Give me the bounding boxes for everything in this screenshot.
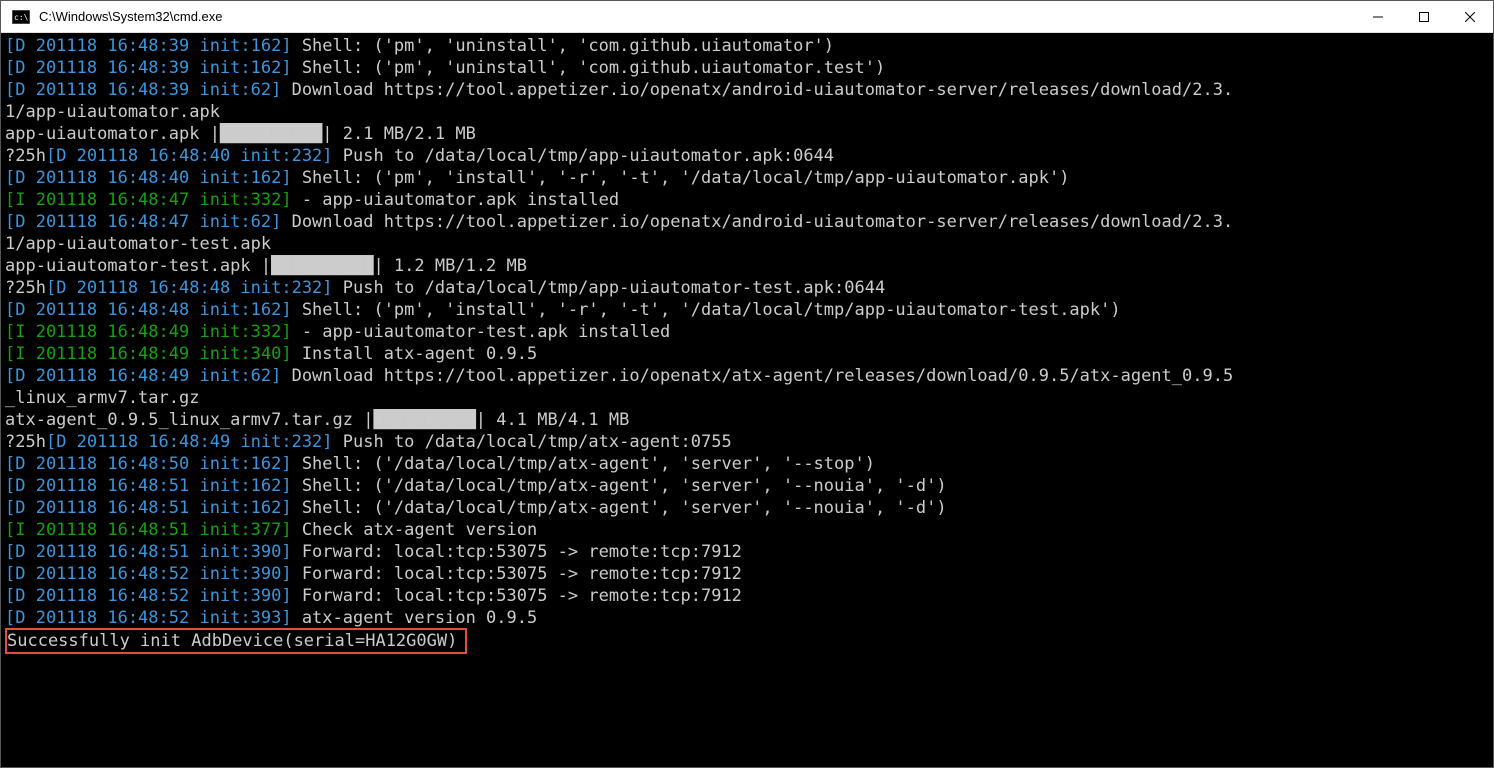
log-text: Download https://tool.appetizer.io/opena… (281, 366, 1233, 386)
log-tag: [D 201118 16:48:39 init:162] (5, 58, 292, 78)
cmd-icon: c:\ (11, 9, 31, 25)
escape-seq: ?25h (5, 432, 46, 452)
escape-seq: ?25h (5, 146, 46, 166)
log-text: Shell: ('/data/local/tmp/atx-agent', 'se… (292, 476, 947, 496)
log-text: _linux_armv7.tar.gz (5, 388, 199, 408)
log-tag: [D 201118 16:48:40 init:232] (46, 146, 333, 166)
log-text: Check atx-agent version (292, 520, 538, 540)
log-text: Shell: ('/data/local/tmp/atx-agent', 'se… (292, 454, 875, 474)
log-tag: [D 201118 16:48:52 init:390] (5, 564, 292, 584)
log-tag: [D 201118 16:48:51 init:162] (5, 498, 292, 518)
log-text: Install atx-agent 0.9.5 (292, 344, 538, 364)
log-tag: [D 201118 16:48:48 init:232] (46, 278, 333, 298)
log-text: Push to /data/local/tmp/app-uiautomator.… (333, 146, 835, 166)
svg-text:c:\: c:\ (14, 13, 29, 22)
log-tag: [D 201118 16:48:40 init:162] (5, 168, 292, 188)
escape-seq: ?25h (5, 278, 46, 298)
log-tag: [I 201118 16:48:49 init:332] (5, 322, 292, 342)
log-text: Push to /data/local/tmp/app-uiautomator-… (333, 278, 886, 298)
titlebar[interactable]: c:\ C:\Windows\System32\cmd.exe (1, 1, 1493, 33)
log-text: Forward: local:tcp:53075 -> remote:tcp:7… (292, 564, 742, 584)
log-text: Shell: ('/data/local/tmp/atx-agent', 'se… (292, 498, 947, 518)
cmd-window: c:\ C:\Windows\System32\cmd.exe [D 20111… (0, 0, 1494, 768)
log-tag: [I 201118 16:48:51 init:377] (5, 520, 292, 540)
highlighted-result: Successfully init AdbDevice(serial=HA12G… (5, 628, 467, 654)
log-text: 1/app-uiautomator.apk (5, 102, 220, 122)
log-tag: [D 201118 16:48:51 init:162] (5, 476, 292, 496)
log-tag: [D 201118 16:48:52 init:393] (5, 608, 292, 628)
log-tag: [D 201118 16:48:51 init:390] (5, 542, 292, 562)
log-tag: [D 201118 16:48:39 init:62] (5, 80, 281, 100)
log-text: Download https://tool.appetizer.io/opena… (281, 212, 1233, 232)
log-text: Download https://tool.appetizer.io/opena… (281, 80, 1233, 100)
close-button[interactable] (1447, 1, 1493, 32)
log-text: Shell: ('pm', 'install', '-r', '-t', '/d… (292, 168, 1070, 188)
log-text: atx-agent version 0.9.5 (292, 608, 538, 628)
log-text: - app-uiautomator.apk installed (292, 190, 620, 210)
log-text: Shell: ('pm', 'install', '-r', '-t', '/d… (292, 300, 1121, 320)
log-text: Shell: ('pm', 'uninstall', 'com.github.u… (292, 58, 886, 78)
window-title: C:\Windows\System32\cmd.exe (39, 9, 1355, 24)
log-tag: [D 201118 16:48:39 init:162] (5, 36, 292, 56)
log-text: Successfully init AdbDevice(serial=HA12G… (7, 631, 457, 651)
log-text: 1/app-uiautomator-test.apk (5, 234, 271, 254)
log-tag: [D 201118 16:48:49 init:232] (46, 432, 333, 452)
log-text: Forward: local:tcp:53075 -> remote:tcp:7… (292, 542, 742, 562)
minimize-button[interactable] (1355, 1, 1401, 32)
log-text: app-uiautomator.apk |██████████| 2.1 MB/… (5, 124, 476, 144)
log-tag: [D 201118 16:48:52 init:390] (5, 586, 292, 606)
log-tag: [I 201118 16:48:47 init:332] (5, 190, 292, 210)
terminal-output[interactable]: [D 201118 16:48:39 init:162] Shell: ('pm… (1, 33, 1493, 767)
log-tag: [D 201118 16:48:48 init:162] (5, 300, 292, 320)
log-tag: [D 201118 16:48:50 init:162] (5, 454, 292, 474)
log-text: app-uiautomator-test.apk |██████████| 1.… (5, 256, 527, 276)
window-buttons (1355, 1, 1493, 32)
log-text: Forward: local:tcp:53075 -> remote:tcp:7… (292, 586, 742, 606)
log-text: Shell: ('pm', 'uninstall', 'com.github.u… (292, 36, 834, 56)
log-tag: [I 201118 16:48:49 init:340] (5, 344, 292, 364)
log-tag: [D 201118 16:48:47 init:62] (5, 212, 281, 232)
log-text: atx-agent_0.9.5_linux_armv7.tar.gz |████… (5, 410, 629, 430)
log-tag: [D 201118 16:48:49 init:62] (5, 366, 281, 386)
maximize-button[interactable] (1401, 1, 1447, 32)
log-text: Push to /data/local/tmp/atx-agent:0755 (333, 432, 732, 452)
log-text: - app-uiautomator-test.apk installed (292, 322, 671, 342)
